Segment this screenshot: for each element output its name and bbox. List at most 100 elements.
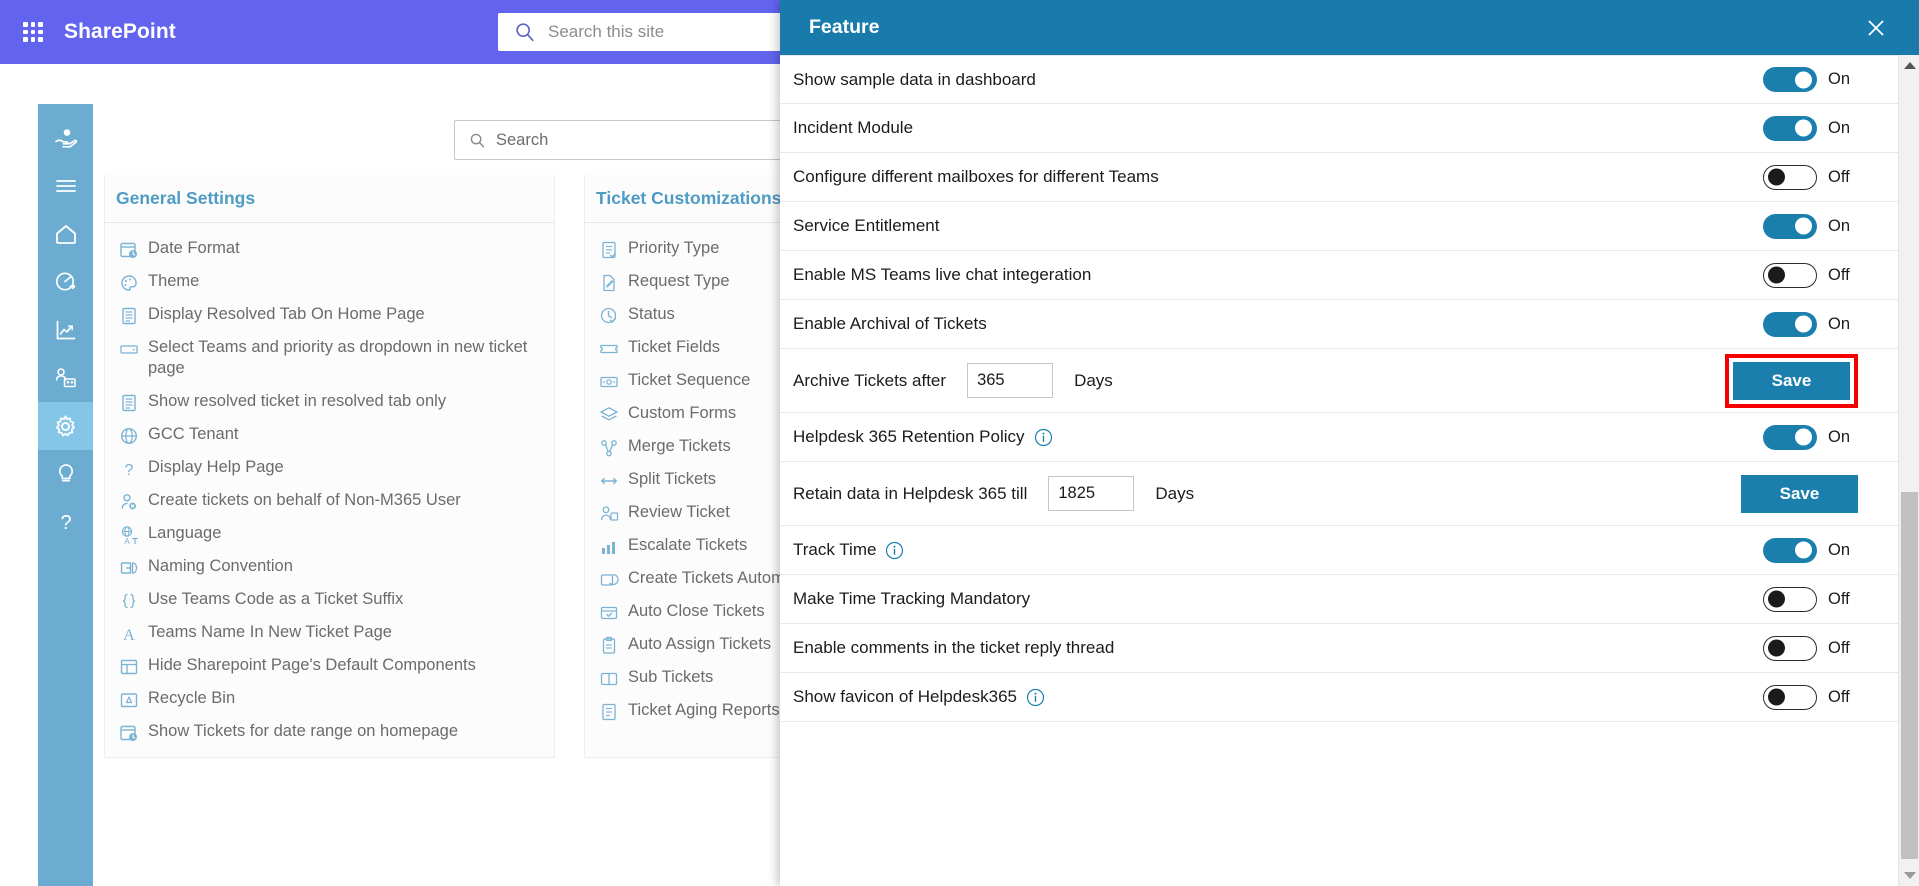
app-root: SharePoint Search this site ? Search Gen… <box>0 0 1919 886</box>
feature-row: Helpdesk 365 Retention Policy On <box>780 413 1898 462</box>
review-person-icon <box>599 504 619 524</box>
sidebar-item-analytics[interactable] <box>38 306 93 354</box>
archive-days-input[interactable]: 365 <box>967 363 1054 398</box>
toggle-state-label: Off <box>1828 687 1850 706</box>
feature-label: Enable comments in the ticket reply thre… <box>793 638 1115 657</box>
panel-scrollbar[interactable] <box>1898 55 1919 886</box>
list-item[interactable]: Show Tickets for date range on homepage <box>105 716 554 749</box>
user-block-icon <box>119 492 139 512</box>
retain-days-input[interactable]: 1825 <box>1048 476 1135 511</box>
sidebar-item-ideas[interactable] <box>38 450 93 498</box>
scrollbar-thumb[interactable] <box>1901 492 1918 859</box>
globe-icon <box>119 426 139 446</box>
list-item-label: Naming Convention <box>148 557 293 576</box>
toggle-state-label: Off <box>1828 265 1850 284</box>
feature-toggle[interactable] <box>1763 586 1817 612</box>
feature-row: Show favicon of Helpdesk365 Off <box>780 673 1898 722</box>
toggle-state-label: On <box>1828 118 1851 137</box>
info-icon[interactable] <box>1034 428 1053 447</box>
palette-icon <box>119 273 139 293</box>
scroll-up-arrow[interactable] <box>1899 55 1919 76</box>
ticket-icon <box>599 339 619 359</box>
list-item[interactable]: Hide Sharepoint Page's Default Component… <box>105 650 554 683</box>
sidebar-item-menu[interactable] <box>38 162 93 210</box>
list-item[interactable]: Recycle Bin <box>105 683 554 716</box>
escalate-chart-icon <box>599 537 619 557</box>
toggle-state-label: On <box>1828 427 1851 446</box>
sidebar-item-teams[interactable] <box>38 354 93 402</box>
list-item-label: Ticket Aging Reports <box>628 700 780 719</box>
toggle-state-label: Off <box>1828 167 1850 186</box>
list-item[interactable]: Create tickets on behalf of Non-M365 Use… <box>105 485 554 518</box>
list-item[interactable]: Date Format <box>105 232 554 265</box>
feature-label: Retain data in Helpdesk 365 till <box>793 483 1028 503</box>
feature-label: Enable MS Teams live chat integeration <box>793 265 1092 284</box>
sidebar-item-dashboard[interactable] <box>38 258 93 306</box>
save-button[interactable]: Save <box>1741 474 1858 513</box>
list-item[interactable]: GCC Tenant <box>105 419 554 452</box>
list-item[interactable]: A Language <box>105 518 554 551</box>
feature-row: Enable MS Teams live chat integeration O… <box>780 251 1898 300</box>
feature-toggle[interactable] <box>1763 67 1817 92</box>
feature-toggle[interactable] <box>1763 424 1817 450</box>
sidebar-item-home[interactable] <box>38 210 93 258</box>
svg-text:A: A <box>124 537 130 545</box>
list-item-label: Theme <box>148 271 200 290</box>
feature-panel-body: Show sample data in dashboard On Inciden… <box>780 55 1898 886</box>
hamburger-menu-icon <box>55 180 76 192</box>
list-item[interactable]: Naming Convention <box>105 551 554 584</box>
feature-row: Service Entitlement On <box>780 202 1898 251</box>
feature-row: Make Time Tracking Mandatory Off <box>780 575 1898 624</box>
recycle-bin-icon <box>119 690 139 710</box>
list-item-label: Create tickets on behalf of Non-M365 Use… <box>148 491 461 510</box>
sidebar-item-help[interactable]: ? <box>38 498 93 546</box>
list-item-label: Review Ticket <box>628 502 730 521</box>
sharepoint-brand-title[interactable]: SharePoint <box>64 20 176 44</box>
feature-toggle[interactable] <box>1763 684 1817 710</box>
info-icon[interactable] <box>885 541 904 560</box>
analytics-chart-icon <box>56 320 75 340</box>
layers-icon <box>599 405 619 425</box>
question-help-icon: ? <box>60 512 71 534</box>
auto-create-icon <box>599 570 619 590</box>
feature-toggle[interactable] <box>1763 213 1817 239</box>
feature-label: Track Time <box>793 540 877 559</box>
list-item-label: Auto Close Tickets <box>628 601 765 620</box>
list-item[interactable]: A Teams Name In New Ticket Page <box>105 617 554 650</box>
feature-toggle[interactable] <box>1763 115 1817 141</box>
card-title: General Settings <box>105 175 554 223</box>
svg-text:?: ? <box>60 512 71 534</box>
feature-toggle[interactable] <box>1763 537 1817 563</box>
feature-toggle[interactable] <box>1763 262 1817 288</box>
toggle-state-label: On <box>1828 216 1851 235</box>
list-item[interactable]: Display Resolved Tab On Home Page <box>105 298 554 331</box>
list-item[interactable]: Show resolved ticket in resolved tab onl… <box>105 386 554 419</box>
list-item-label: Show resolved ticket in resolved tab onl… <box>148 392 447 411</box>
sidebar-item-settings[interactable] <box>38 402 93 450</box>
list-item-label: Auto Assign Tickets <box>628 634 772 653</box>
gear-settings-icon <box>55 414 76 436</box>
scroll-down-arrow[interactable] <box>1899 865 1919 886</box>
list-item-label: Hide Sharepoint Page's Default Component… <box>148 656 476 675</box>
list-item-label: Sub Tickets <box>628 667 714 686</box>
feature-toggle[interactable] <box>1763 311 1817 337</box>
feature-row: Configure different mailboxes for differ… <box>780 153 1898 202</box>
save-button[interactable]: Save <box>1733 361 1850 400</box>
feature-toggle[interactable] <box>1763 164 1817 190</box>
sidebar-item-support[interactable] <box>38 114 93 162</box>
list-item[interactable]: ? Display Help Page <box>105 452 554 485</box>
toggle-state-label: Off <box>1828 638 1850 657</box>
feature-toggle[interactable] <box>1763 635 1817 661</box>
feature-row-archive-tickets: Archive Tickets after 365 Days Save <box>780 349 1898 413</box>
feature-row: Incident Module On <box>780 104 1898 153</box>
search-icon <box>470 133 485 148</box>
calendar-clock-icon <box>119 240 139 260</box>
app-launcher-icon[interactable] <box>16 15 50 49</box>
info-icon[interactable] <box>1026 688 1045 707</box>
list-item[interactable]: Select Teams and priority as dropdown in… <box>105 331 554 386</box>
list-item[interactable]: Theme <box>105 265 554 298</box>
close-icon[interactable] <box>1859 11 1893 45</box>
feature-label: Archive Tickets after <box>793 370 947 390</box>
list-item[interactable]: Use Teams Code as a Ticket Suffix <box>105 584 554 617</box>
feature-row: Track Time On <box>780 526 1898 575</box>
